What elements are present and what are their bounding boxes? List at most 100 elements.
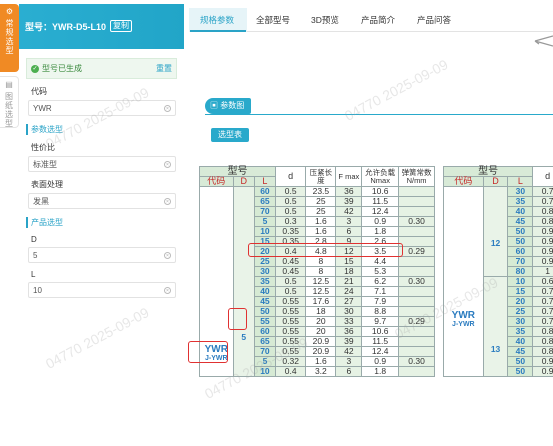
spring-cell[interactable] [398, 256, 435, 267]
L-cell[interactable]: 50 [507, 366, 534, 377]
F-cell[interactable]: 6 [335, 366, 363, 377]
d-cell[interactable]: 0.5 [275, 196, 307, 207]
L-cell[interactable]: 40 [507, 336, 534, 347]
spring-cell[interactable] [398, 296, 435, 307]
L-cell[interactable]: 40 [253, 286, 277, 297]
press-cell[interactable]: 18 [305, 306, 337, 317]
d-cell[interactable]: 0.5 [275, 276, 307, 287]
clear-icon[interactable]: × [164, 197, 171, 205]
reset-button[interactable]: 重置 [156, 63, 172, 74]
clear-icon[interactable]: × [164, 251, 171, 259]
d-cell[interactable]: 0.9 [532, 226, 553, 237]
tab-standard-selection[interactable]: ⚙ 常规选型 [0, 4, 19, 72]
L-cell[interactable]: 35 [507, 196, 534, 207]
d-cell[interactable]: 0.9 [532, 236, 553, 247]
L-cell[interactable]: 20 [507, 296, 534, 307]
L-cell[interactable]: 35 [507, 326, 534, 337]
tab-intro[interactable]: 产品简介 [361, 14, 395, 26]
L-cell[interactable]: 10 [507, 276, 534, 287]
tab-qa[interactable]: 产品问答 [417, 14, 451, 26]
spring-cell[interactable] [398, 206, 435, 217]
F-cell[interactable]: 42 [335, 346, 363, 357]
F-cell[interactable]: 27 [335, 296, 363, 307]
L-cell[interactable]: 5 [253, 216, 277, 227]
press-cell[interactable]: 3.2 [305, 366, 337, 377]
spring-cell[interactable] [398, 286, 435, 297]
spring-cell[interactable] [398, 196, 435, 207]
spring-cell[interactable]: 0.29 [398, 316, 435, 327]
L-cell[interactable]: 50 [507, 226, 534, 237]
d-cell[interactable]: 0.4 [275, 366, 307, 377]
load-cell[interactable]: 9.7 [361, 316, 400, 327]
d-cell[interactable]: 0.5 [275, 186, 307, 197]
F-cell[interactable]: 21 [335, 276, 363, 287]
d-cell[interactable]: 0.55 [275, 296, 307, 307]
press-cell[interactable]: 1.6 [305, 216, 337, 227]
d-cell[interactable]: 0.8 [532, 336, 553, 347]
d-cell[interactable]: 0.7 [532, 196, 553, 207]
d-cell[interactable]: 0.3 [275, 216, 307, 227]
surface-field[interactable]: 发黑 × [28, 193, 176, 209]
d-cell[interactable]: 0.32 [275, 356, 307, 367]
d-cell[interactable]: 0.7 [532, 306, 553, 317]
L-cell[interactable]: 60 [507, 246, 534, 257]
load-cell[interactable]: 0.9 [361, 356, 400, 367]
spring-cell[interactable]: 0.30 [398, 216, 435, 227]
F-cell[interactable]: 6 [335, 226, 363, 237]
F-cell[interactable]: 24 [335, 286, 363, 297]
load-cell[interactable]: 4.4 [361, 256, 400, 267]
press-cell[interactable]: 12.5 [305, 276, 337, 287]
L-cell[interactable]: 35 [253, 276, 277, 287]
spring-cell[interactable]: 0.30 [398, 356, 435, 367]
d-cell[interactable]: 0.7 [532, 296, 553, 307]
L-cell[interactable]: 5 [253, 356, 277, 367]
load-cell[interactable]: 7.9 [361, 296, 400, 307]
spring-cell[interactable] [398, 366, 435, 377]
clear-icon[interactable]: × [164, 286, 171, 294]
load-cell[interactable]: 10.6 [361, 326, 400, 337]
spring-cell[interactable] [398, 336, 435, 347]
press-cell[interactable]: 20 [305, 326, 337, 337]
F-cell[interactable]: 39 [335, 336, 363, 347]
F-cell[interactable]: 15 [335, 256, 363, 267]
load-cell[interactable]: 7.1 [361, 286, 400, 297]
L-cell[interactable]: 65 [253, 196, 277, 207]
press-cell[interactable]: 12.5 [305, 286, 337, 297]
load-cell[interactable]: 5.3 [361, 266, 400, 277]
L-cell[interactable]: 50 [253, 306, 277, 317]
d-cell[interactable]: 0.8 [532, 346, 553, 357]
d-cell[interactable]: 0.45 [275, 266, 307, 277]
d-cell[interactable]: 0.8 [532, 206, 553, 217]
tab-3d-preview[interactable]: 3D预览 [311, 14, 339, 26]
spring-cell[interactable]: 0.29 [398, 246, 435, 257]
tab-all-models[interactable]: 全部型号 [256, 14, 290, 26]
d-cell[interactable]: 0.9 [532, 256, 553, 267]
load-cell[interactable]: 10.6 [361, 186, 400, 197]
L-cell[interactable]: 15 [507, 286, 534, 297]
press-cell[interactable]: 25 [305, 196, 337, 207]
d-cell[interactable]: 0.5 [275, 286, 307, 297]
price-field[interactable]: 标准型 × [28, 156, 176, 172]
L-cell[interactable]: 70 [253, 206, 277, 217]
d-field[interactable]: 5 × [28, 247, 176, 263]
press-cell[interactable]: 8 [305, 256, 337, 267]
d-cell[interactable]: 0.7 [532, 186, 553, 197]
d-cell[interactable]: 0.8 [532, 326, 553, 337]
d-cell[interactable]: 0.55 [275, 326, 307, 337]
press-cell[interactable]: 20.9 [305, 346, 337, 357]
d-cell[interactable]: 0.55 [275, 336, 307, 347]
L-cell[interactable]: 50 [507, 356, 534, 367]
load-cell[interactable]: 8.8 [361, 306, 400, 317]
press-cell[interactable]: 25 [305, 206, 337, 217]
L-cell[interactable]: 10 [253, 226, 277, 237]
d-cell[interactable]: 0.55 [275, 346, 307, 357]
tab-specs[interactable]: 规格参数 [200, 14, 234, 26]
clear-icon[interactable]: × [164, 160, 171, 168]
L-cell[interactable]: 10 [253, 366, 277, 377]
d-cell[interactable]: 0.45 [275, 256, 307, 267]
L-cell[interactable]: 45 [507, 216, 534, 227]
F-cell[interactable]: 3 [335, 356, 363, 367]
load-cell[interactable]: 11.5 [361, 196, 400, 207]
d-cell[interactable]: 0.9 [532, 246, 553, 257]
select-table-button[interactable]: 选型表 [211, 128, 249, 142]
